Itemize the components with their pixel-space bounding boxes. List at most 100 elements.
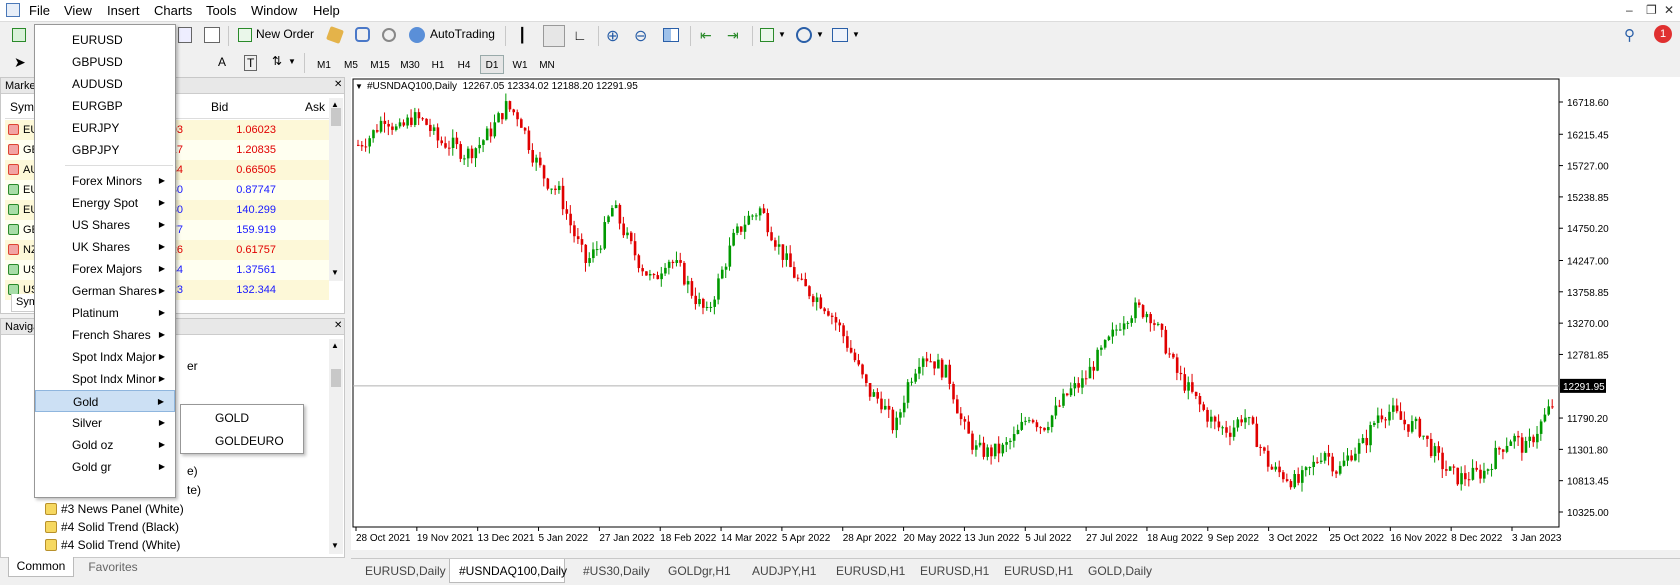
dropdown-item-gbpjpy[interactable]: GBPJPY xyxy=(35,139,175,161)
timeframe-h1[interactable]: H1 xyxy=(426,55,450,74)
search-icon[interactable]: ⚲ xyxy=(1624,26,1635,44)
chart-tab[interactable]: EURUSD,H1 xyxy=(1004,561,1073,581)
timeframe-w1[interactable]: W1 xyxy=(508,55,532,74)
chevron-down-icon[interactable]: ▼ xyxy=(778,30,786,39)
arrows-icon[interactable]: ⇅ xyxy=(272,54,282,68)
navigator-item[interactable]: #3 News Panel (White) xyxy=(45,502,184,516)
timeframe-mn[interactable]: MN xyxy=(535,55,559,74)
text-icon[interactable]: A xyxy=(218,55,226,69)
candlestick-icon[interactable] xyxy=(543,25,565,47)
dropdown-item-eurusd[interactable]: EURUSD xyxy=(35,29,175,51)
zoom-chart-icon[interactable] xyxy=(204,27,220,43)
menu-file[interactable]: File xyxy=(29,3,50,18)
timeframe-m15[interactable]: M15 xyxy=(366,55,394,74)
dropdown-group-us-shares[interactable]: US Shares ▶ xyxy=(35,214,175,236)
chart-tab[interactable]: EURUSD,Daily xyxy=(365,561,446,581)
tab-favorites[interactable]: Favorites xyxy=(80,558,146,576)
profiles-icon[interactable] xyxy=(178,27,192,43)
menu-window[interactable]: Window xyxy=(251,3,297,18)
dropdown-group-spot-indx-major[interactable]: Spot Indx Major ▶ xyxy=(35,346,175,368)
chart-tab[interactable]: EURUSD,H1 xyxy=(920,561,989,581)
timeframe-d1[interactable]: D1 xyxy=(480,55,504,74)
dropdown-group-forex-minors[interactable]: Forex Minors ▶ xyxy=(35,170,175,192)
dropdown-group-silver[interactable]: Silver ▶ xyxy=(35,412,175,434)
tree-node-text[interactable]: er xyxy=(187,359,198,373)
zoom-in-icon[interactable]: ⊕ xyxy=(606,26,619,46)
minimize-icon[interactable]: – xyxy=(1626,3,1633,17)
close-icon[interactable]: ✕ xyxy=(1664,3,1674,17)
chart-menu-icon[interactable]: ▼ xyxy=(355,82,363,91)
dropdown-group-forex-majors[interactable]: Forex Majors ▶ xyxy=(35,258,175,280)
tree-node-text[interactable]: e) xyxy=(187,464,198,478)
line-chart-icon[interactable]: ∟ xyxy=(573,27,587,43)
new-chart-icon[interactable] xyxy=(12,28,26,42)
zoom-out-icon[interactable]: ⊖ xyxy=(634,26,647,46)
chart-tab-active[interactable]: #USNDAQ100,Daily xyxy=(459,561,567,581)
submenu-item-goldeuro[interactable]: GOLDEURO xyxy=(181,430,303,452)
new-order-icon[interactable] xyxy=(238,28,252,42)
menu-view[interactable]: View xyxy=(64,3,92,18)
notification-icon[interactable]: 1 xyxy=(1654,25,1672,43)
navigator-item[interactable]: #4 Solid Trend (White) xyxy=(45,538,180,552)
dropdown-group-gold-gr[interactable]: Gold gr ▶ xyxy=(35,456,175,478)
close-icon[interactable]: ✕ xyxy=(334,79,342,90)
dropdown-group-spot-indx-minor[interactable]: Spot Indx Minor ▶ xyxy=(35,368,175,390)
templates-icon[interactable] xyxy=(832,28,848,42)
menu-insert[interactable]: Insert xyxy=(107,3,140,18)
tab-common[interactable]: Common xyxy=(8,557,74,577)
timeframe-m1[interactable]: M1 xyxy=(312,55,336,74)
menu-help[interactable]: Help xyxy=(313,3,340,18)
dropdown-group-gold[interactable]: Gold ▶ xyxy=(35,390,175,412)
column-bid[interactable]: Bid xyxy=(211,100,228,114)
dropdown-item-gbpusd[interactable]: GBPUSD xyxy=(35,51,175,73)
chart-canvas[interactable]: 16718.60 16215.45 15727.00 15238.85 14750.20… xyxy=(351,77,1680,550)
new-order-button[interactable]: New Order xyxy=(256,27,314,41)
restore-icon[interactable]: ❐ xyxy=(1646,3,1657,17)
submenu-item-gold[interactable]: GOLD xyxy=(181,407,303,429)
dropdown-group-platinum[interactable]: Platinum ▶ xyxy=(35,302,175,324)
autotrading-button[interactable]: AutoTrading xyxy=(430,27,495,41)
dropdown-item-eurjpy[interactable]: EURJPY xyxy=(35,117,175,139)
candle-body xyxy=(1319,460,1323,462)
chart-tab[interactable]: #US30,Daily xyxy=(583,561,650,581)
chart-tab[interactable]: GOLDgr,H1 xyxy=(668,561,731,581)
menu-tools[interactable]: Tools xyxy=(206,3,236,18)
chevron-down-icon[interactable]: ▼ xyxy=(288,57,296,66)
dropdown-item-eurgbp[interactable]: EURGBP xyxy=(35,95,175,117)
chart-shift-icon[interactable]: ⇤ xyxy=(700,27,712,44)
text-label-icon[interactable]: T xyxy=(244,55,258,71)
tree-node-text[interactable]: te) xyxy=(187,483,201,497)
periods-icon[interactable] xyxy=(796,27,812,43)
timeframe-h4[interactable]: H4 xyxy=(452,55,476,74)
vertical-scrollbar[interactable]: ▲ ▼ xyxy=(329,98,343,281)
cursor-icon[interactable]: ➤ xyxy=(14,54,26,71)
auto-scroll-icon[interactable]: ⇥ xyxy=(727,27,739,44)
tile-windows-icon[interactable] xyxy=(663,28,679,42)
chevron-down-icon[interactable]: ▼ xyxy=(852,30,860,39)
vertical-scrollbar[interactable]: ▲ ▼ xyxy=(329,339,343,554)
chevron-down-icon[interactable]: ▼ xyxy=(816,30,824,39)
indicators-icon[interactable] xyxy=(760,28,774,42)
candle-body xyxy=(614,204,618,209)
navigator-item[interactable]: #4 Solid Trend (Black) xyxy=(45,520,179,534)
menu-charts[interactable]: Charts xyxy=(154,3,192,18)
bar-chart-icon[interactable]: ┃ xyxy=(518,27,526,44)
dropdown-group-energy-spot[interactable]: Energy Spot ▶ xyxy=(35,192,175,214)
column-ask[interactable]: Ask xyxy=(305,100,325,114)
chart-tab[interactable]: EURUSD,H1 xyxy=(836,561,905,581)
chart-tab[interactable]: AUDJPY,H1 xyxy=(752,561,816,581)
strategy-tester-icon[interactable] xyxy=(355,27,370,42)
dropdown-group-uk-shares[interactable]: UK Shares ▶ xyxy=(35,236,175,258)
dropdown-group-german-shares[interactable]: German Shares ▶ xyxy=(35,280,175,302)
dropdown-item-audusd[interactable]: AUDUSD xyxy=(35,73,175,95)
chart-tab[interactable]: GOLD,Daily xyxy=(1088,561,1152,581)
signals-icon[interactable] xyxy=(382,28,396,42)
dropdown-group-gold-oz[interactable]: Gold oz ▶ xyxy=(35,434,175,456)
timeframe-m30[interactable]: M30 xyxy=(396,55,424,74)
price-chart[interactable]: 16718.60 16215.45 15727.00 15238.85 14750.20… xyxy=(351,77,1680,550)
dropdown-group-french-shares[interactable]: French Shares ▶ xyxy=(35,324,175,346)
timeframe-m5[interactable]: M5 xyxy=(339,55,363,74)
close-icon[interactable]: ✕ xyxy=(334,320,342,331)
metaeditor-icon[interactable] xyxy=(326,26,344,44)
autotrading-icon[interactable] xyxy=(409,27,425,43)
